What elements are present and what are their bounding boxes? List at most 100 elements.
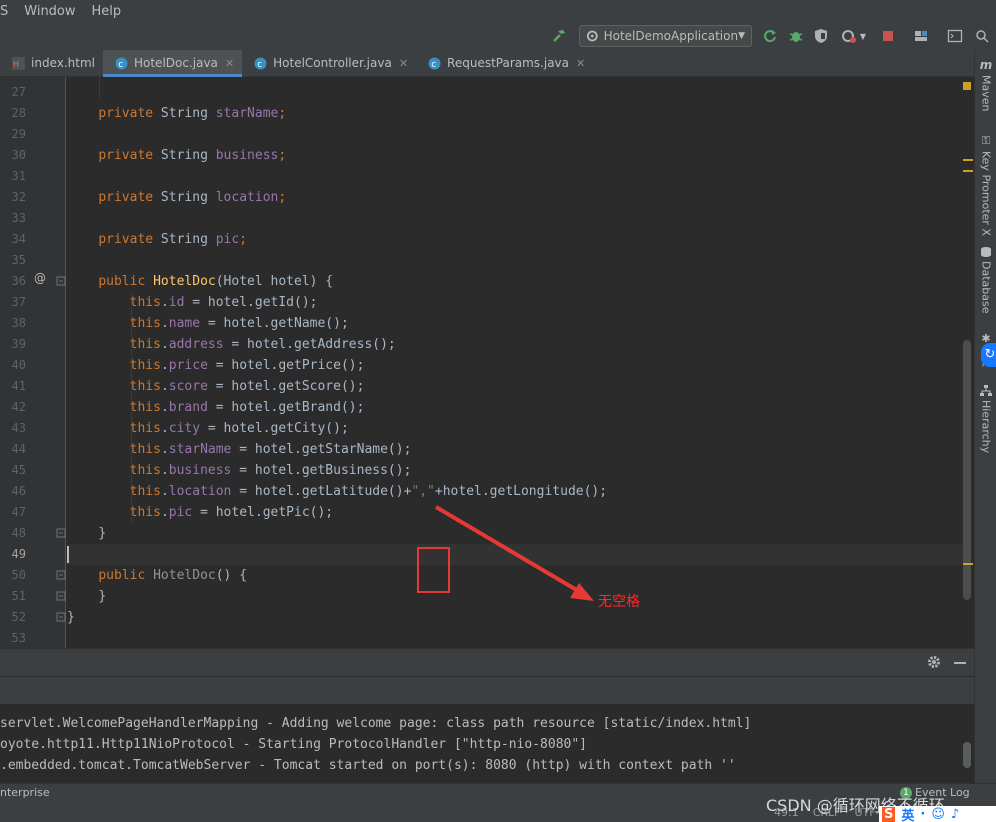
code-line-45: this.business = hotel.getBusiness(); [129,463,412,478]
java-class-icon: c [254,57,267,70]
close-icon[interactable]: ✕ [225,57,234,70]
tool-key-promoter[interactable]: ⚿ Key Promoter X [975,134,996,236]
terminal-window-icon[interactable] [945,26,965,46]
profiler-icon[interactable] [839,26,859,46]
line-number: 52 [11,610,26,624]
status-bar: nterprise 1 Event Log 49:1 CRLF UTF-8 CSDN… [0,783,996,822]
line-number: 40 [11,358,26,372]
line-number: 28 [11,106,26,120]
tab-label: index.html [31,56,95,70]
annotation-highlight-box [417,547,450,593]
ime-language-toggle[interactable]: 英 [901,805,914,822]
line-number: 41 [11,379,26,393]
code-line-42: this.brand = hotel.getBrand(); [129,400,365,415]
run-configuration-select[interactable]: HotelDemoApplication ▼ [579,25,752,47]
code-line-38: this.name = hotel.getName(); [129,316,349,331]
code-line-44: this.starName = hotel.getStarName(); [129,442,412,457]
editor-scrollbar[interactable] [963,340,971,600]
line-number: 31 [11,169,26,183]
tool-database[interactable]: Database [975,246,996,314]
stripe-marker[interactable] [963,170,973,172]
annotation-label: 无空格 [598,594,640,610]
stripe-marker[interactable] [963,563,973,565]
menu-item-s[interactable]: S [0,4,16,19]
minimize-icon[interactable] [954,662,966,664]
coverage-shield-icon[interactable] [811,26,831,46]
stop-icon[interactable] [878,26,898,46]
code-line-28: private String starName; [98,106,287,121]
override-annotation-marker[interactable]: @ [34,271,46,285]
fold-marker-icon[interactable] [56,612,66,622]
line-number: 33 [11,211,26,225]
tab-label: HotelDoc.java [133,56,218,70]
tab-requestparams-java[interactable]: c RequestParams.java ✕ [416,50,593,76]
line-number: 53 [11,631,26,645]
line-number: 51 [11,589,26,603]
line-number: 46 [11,484,26,498]
menu-item-help[interactable]: Help [84,4,130,19]
line-number: 43 [11,421,26,435]
code-editor[interactable]: 27 28 29 30 31 32 33 34 35 36 37 38 39 4… [0,77,974,648]
code-line-52: } [67,610,75,625]
console-output[interactable]: servlet.WelcomePageHandlerMapping - Addi… [0,704,974,783]
fold-marker-icon[interactable] [56,570,66,580]
code-line-50: public HotelDoc() { [98,568,248,583]
profiler-dropdown-icon[interactable]: ▼ [857,26,869,46]
fold-marker-icon[interactable] [56,276,66,286]
tab-label: HotelController.java [273,56,392,70]
close-icon[interactable]: ✕ [399,57,408,70]
status-tool-label[interactable]: nterprise [0,786,50,799]
line-number: 42 [11,400,26,414]
stripe-marker[interactable] [963,159,973,161]
ime-punctuation-icon[interactable]: · [920,807,925,822]
rerun-icon[interactable] [760,26,780,46]
tab-hotelcontroller-java[interactable]: c HotelController.java ✕ [242,50,416,76]
tool-label: Key Promoter X [979,151,993,236]
ime-voice-icon[interactable]: ♪ [951,807,959,822]
fold-marker-icon[interactable] [56,591,66,601]
line-number-current: 49 [11,547,26,561]
line-number: 35 [11,253,26,267]
current-line-highlight [67,544,966,565]
line-number: 39 [11,337,26,351]
menu-bar: S Window Help [0,0,996,22]
code-line-48: } [98,526,107,541]
sogou-ime-icon[interactable]: S [882,807,896,822]
tool-label: Maven [979,75,993,112]
line-number: 34 [11,232,26,246]
fold-marker-icon[interactable] [56,528,66,538]
code-line-43: this.city = hotel.getCity(); [129,421,349,436]
menu-item-window[interactable]: Window [16,4,83,19]
svg-text:c: c [431,60,436,70]
debug-bug-icon[interactable] [786,26,806,46]
svg-text:H: H [13,60,19,69]
line-number-gutter[interactable]: 27 28 29 30 31 32 33 34 35 36 37 38 39 4… [0,77,66,648]
tab-index-html[interactable]: H index.html [0,50,103,76]
code-line-36: public HotelDoc(Hotel hotel) { [98,274,334,289]
tab-label: RequestParams.java [447,56,570,70]
line-number: 45 [11,463,26,477]
console-line: oyote.http11.Http11NioProtocol - Startin… [0,737,587,752]
ime-emoji-icon[interactable]: ☺ [931,807,945,822]
maven-icon: m [979,58,993,72]
build-hammer-icon[interactable] [549,26,569,46]
project-structure-icon[interactable] [911,26,931,46]
code-line-37: this.id = hotel.getId(); [129,295,318,310]
code-line-46: this.location = hotel.getLatitude()+","+… [129,484,608,499]
line-number: 48 [11,526,26,540]
tool-hierarchy[interactable]: Hierarchy [975,385,996,453]
search-icon[interactable] [972,26,992,46]
config-gear-icon [586,30,598,42]
gear-icon[interactable] [927,655,941,672]
tool-maven[interactable]: m Maven [975,58,996,111]
svg-text:c: c [257,60,262,70]
main-toolbar: HotelDemoApplication ▼ ▼ [0,22,996,50]
console-scrollbar[interactable] [963,742,971,768]
code-line-40: this.price = hotel.getPrice(); [129,358,365,373]
floating-assist-icon[interactable]: ↻ [981,343,996,367]
tab-hoteldoc-java[interactable]: c HotelDoc.java ✕ [102,50,243,77]
inspection-status-icon[interactable] [963,82,971,90]
console-line: .embedded.tomcat.TomcatWebServer - Tomca… [0,758,736,773]
close-icon[interactable]: ✕ [576,57,585,70]
